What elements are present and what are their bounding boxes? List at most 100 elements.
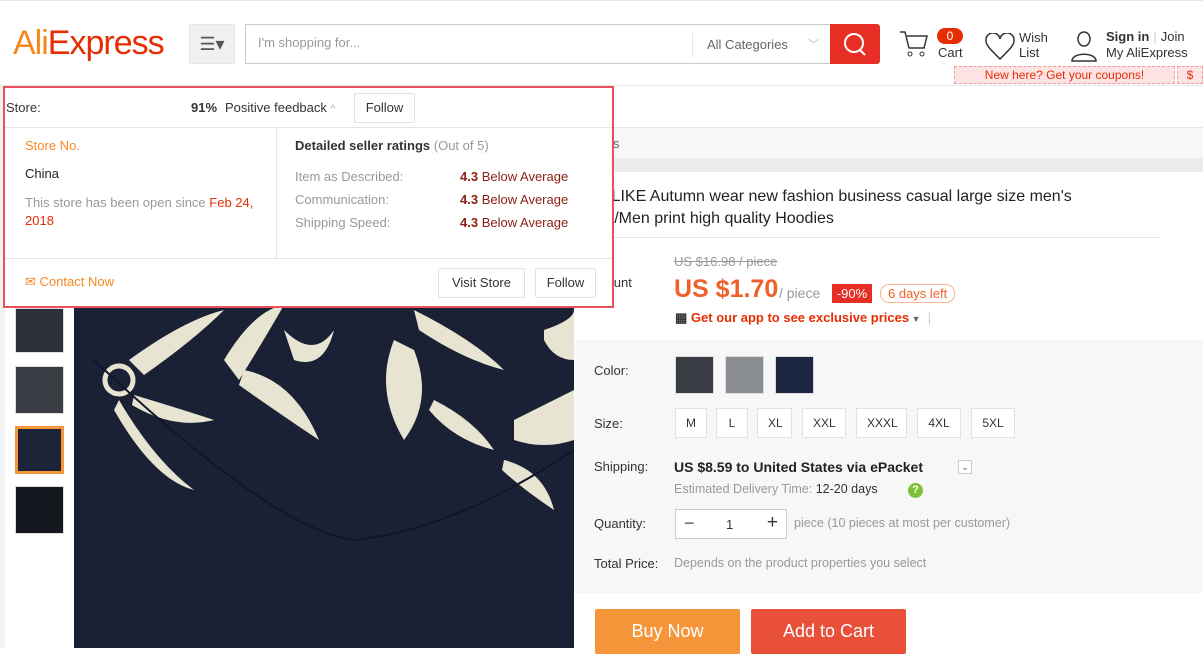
thumbnail[interactable]	[15, 308, 64, 353]
my-aliexpress-link[interactable]: My AliExpress	[1106, 45, 1188, 61]
increase-button[interactable]: +	[767, 512, 778, 534]
size-option[interactable]: M	[675, 408, 707, 438]
thumbnail[interactable]	[15, 366, 64, 414]
size-label: Size:	[594, 416, 623, 431]
rating-level: Below Average	[481, 169, 569, 184]
caret-down-icon: ▼	[909, 314, 921, 324]
days-left-badge: 6 days left	[880, 284, 956, 303]
per-piece: / piece	[779, 285, 821, 301]
buy-now-button[interactable]: Buy Now	[595, 609, 740, 654]
size-option[interactable]: XL	[757, 408, 792, 438]
store-open-since: This store has been open since Feb 24, 2…	[25, 194, 270, 230]
total-price-label: Total Price:	[594, 556, 659, 571]
color-label: Color:	[594, 363, 629, 378]
wish-list-link[interactable]: Wish List	[1019, 30, 1048, 60]
follow-button-bottom[interactable]: Follow	[535, 268, 596, 298]
heart-icon[interactable]	[985, 33, 1015, 61]
positive-feedback-toggle[interactable]: Positive feedback ^	[225, 100, 335, 115]
color-swatch-navy[interactable]	[775, 356, 814, 394]
aliexpress-logo[interactable]: AliExpress	[13, 24, 165, 63]
original-price: US $16.98 / piece	[674, 254, 778, 269]
help-icon[interactable]: ?	[908, 483, 923, 498]
thumbnail[interactable]	[15, 486, 64, 534]
user-icon	[1071, 31, 1097, 62]
follow-button-top[interactable]: Follow	[354, 93, 415, 123]
size-option[interactable]: XXXL	[856, 408, 907, 438]
delivery-label: Estimated Delivery Time:	[674, 482, 813, 496]
quantity-stepper: − 1 +	[675, 509, 787, 539]
search-button[interactable]	[830, 24, 880, 64]
shipping-dropdown[interactable]: ⌄	[958, 460, 972, 474]
hoodie-print-image	[93, 305, 574, 542]
store-label: Store:	[6, 100, 41, 115]
size-option[interactable]: 4XL	[917, 408, 961, 438]
quantity-note: piece (10 pieces at most per customer)	[794, 516, 1011, 530]
search-icon	[844, 33, 866, 56]
discount-badge: -90%	[832, 284, 872, 303]
rating-level: Below Average	[481, 215, 569, 230]
chevron-down-icon: ⌄	[961, 462, 969, 472]
category-select[interactable]: All Categories ﹀	[692, 33, 831, 57]
decrease-button[interactable]: −	[684, 513, 695, 534]
delivery-value: 12-20 days	[815, 482, 878, 496]
size-option[interactable]: 5XL	[971, 408, 1015, 438]
quantity-label: Quantity:	[594, 516, 647, 531]
app-promo-link[interactable]: ▦ Get our app to see exclusive prices ▼ …	[675, 310, 931, 326]
popup-column-divider	[276, 128, 277, 258]
open-since-text: This store has been open since	[25, 195, 206, 210]
store-number: Store No.	[25, 138, 80, 153]
product-main-image	[74, 300, 574, 648]
rating-label: Shipping Speed:	[295, 215, 391, 230]
menu-icon: ☰▾	[199, 34, 225, 54]
cart-icon[interactable]	[898, 28, 930, 60]
feedback-percent: 91%	[191, 100, 218, 115]
color-swatch-black[interactable]	[675, 356, 714, 394]
account-area: Sign in | Join My AliExpress	[1106, 29, 1188, 61]
ratings-scale: (Out of 5)	[433, 138, 489, 153]
search-input[interactable]	[258, 35, 678, 50]
size-option[interactable]: XXL	[802, 408, 846, 438]
rating-value: 4.3 Below Average	[460, 169, 568, 184]
cart-count-badge: 0	[937, 28, 963, 44]
rating-score: 4.3	[460, 169, 479, 184]
total-price-value: Depends on the product properties you se…	[674, 556, 927, 570]
visit-store-button[interactable]: Visit Store	[438, 268, 525, 298]
add-to-cart-button[interactable]: Add to Cart	[751, 609, 906, 654]
color-swatch-gray[interactable]	[725, 356, 764, 394]
wish-line2: List	[1019, 45, 1040, 60]
rating-label: Communication:	[295, 192, 389, 207]
wish-line1: Wish	[1019, 30, 1048, 45]
shipping-label: Shipping:	[594, 459, 649, 474]
category-menu-button[interactable]: ☰▾	[189, 24, 235, 64]
coupon-side-tab[interactable]: $	[1177, 66, 1203, 84]
title-line2: ar/Men print high quality Hoodies	[600, 210, 834, 227]
thumbnail-selected[interactable]	[15, 426, 64, 474]
rating-label: Item as Described:	[295, 169, 404, 184]
sale-price: US $1.70	[674, 275, 779, 303]
rating-value: 4.3 Below Average	[460, 192, 568, 207]
ratings-title: Detailed seller ratings (Out of 5)	[295, 138, 489, 153]
chevron-up-icon: ^	[330, 104, 336, 115]
top-border	[0, 0, 1203, 1]
feedback-label: Positive feedback	[225, 100, 327, 115]
cart-link[interactable]: Cart	[938, 45, 963, 60]
quantity-input[interactable]: 1	[726, 517, 733, 532]
ratings-title-text: Detailed seller ratings	[295, 138, 431, 153]
rating-value: 4.3 Below Average	[460, 215, 568, 230]
popup-footer-divider	[5, 258, 612, 259]
popup-header: Store: 91% Positive feedback ^ Follow	[5, 88, 612, 128]
app-promo-text: Get our app to see exclusive prices	[690, 310, 910, 325]
size-option[interactable]: L	[716, 408, 748, 438]
gray-band	[575, 158, 1203, 172]
join-link[interactable]: Join	[1161, 29, 1185, 44]
rating-level: Below Average	[481, 192, 569, 207]
qr-code-icon: ▦	[675, 310, 691, 325]
shipping-info: US $8.59 to United States via ePacket	[674, 459, 923, 475]
coupon-banner[interactable]: New here? Get your coupons!	[954, 66, 1175, 84]
rating-score: 4.3	[460, 215, 479, 230]
contact-label: Contact Now	[39, 274, 114, 289]
search-bar: All Categories ﹀	[245, 24, 831, 64]
sign-in-link[interactable]: Sign in	[1106, 29, 1149, 44]
contact-now-link[interactable]: ✉ Contact Now	[25, 274, 114, 290]
category-label: All Categories	[707, 37, 788, 52]
